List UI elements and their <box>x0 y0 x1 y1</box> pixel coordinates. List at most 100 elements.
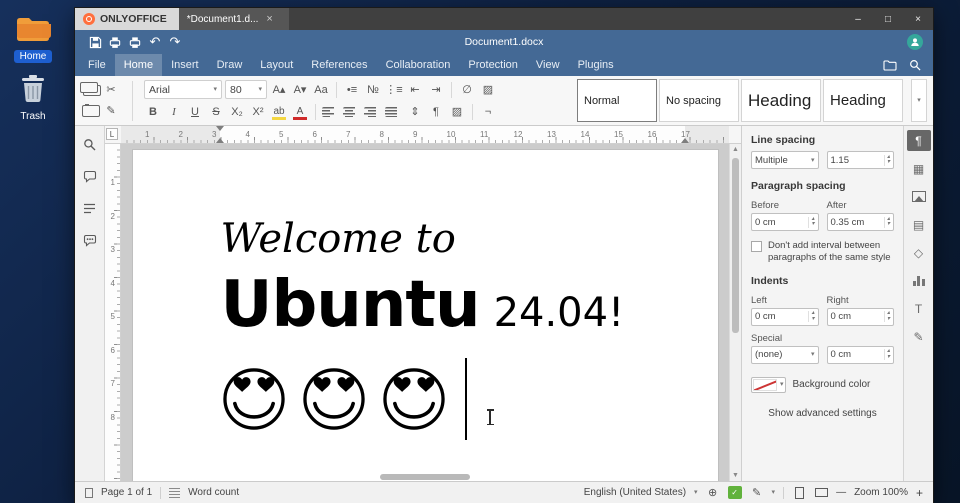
decrease-indent-icon[interactable]: ⇤ <box>406 81 424 99</box>
quick-print-button[interactable] <box>125 33 145 51</box>
comments-panel-icon[interactable] <box>80 166 100 186</box>
maximize-button[interactable]: □ <box>873 8 903 30</box>
header-footer-settings-icon[interactable]: ▤ <box>907 214 931 235</box>
cut-icon[interactable]: ✂ <box>102 81 120 99</box>
undo-button[interactable]: ↶ <box>145 33 165 51</box>
style-heading-3[interactable]: Heading <box>823 79 903 122</box>
paragraph-settings-icon[interactable]: ¶ <box>906 130 931 151</box>
clear-style-icon[interactable]: ∅ <box>458 81 476 99</box>
style-heading-2[interactable]: Heading <box>741 79 821 122</box>
indent-left-spinner[interactable]: 0 cm ▴ ▾ <box>751 307 819 326</box>
copy-icon[interactable] <box>80 82 98 93</box>
fit-width-icon[interactable] <box>814 486 828 500</box>
v-ruler[interactable]: 1 2 3 4 5 6 7 8 <box>105 144 121 481</box>
feedback-panel-icon[interactable] <box>80 230 100 250</box>
show-advanced-settings-link[interactable]: Show advanced settings <box>751 408 894 419</box>
tab-close-icon[interactable]: × <box>266 13 272 25</box>
align-right-icon[interactable] <box>364 106 382 117</box>
spin-down-icon[interactable]: ▾ <box>811 316 814 323</box>
word-count[interactable]: Word count <box>188 487 239 498</box>
italic-icon[interactable]: I <box>165 103 183 121</box>
change-case-icon[interactable]: Aa <box>312 81 330 99</box>
tab-plugins[interactable]: Plugins <box>569 54 623 76</box>
style-normal-0[interactable]: Normal <box>577 79 657 122</box>
tab-layout[interactable]: Layout <box>251 54 302 76</box>
subscript-icon[interactable]: X₂ <box>228 103 246 121</box>
color-scheme-icon[interactable]: ▨ <box>479 81 497 99</box>
zoom-in-button[interactable]: + <box>916 486 923 500</box>
copy-style-icon[interactable]: ¬ <box>479 103 497 121</box>
user-avatar[interactable] <box>907 34 923 50</box>
search-icon[interactable] <box>909 59 921 71</box>
spin-down-icon[interactable]: ▾ <box>887 354 890 361</box>
format-painter-icon[interactable]: ✎ <box>102 102 120 120</box>
print-button[interactable] <box>105 33 125 51</box>
tab-file[interactable]: File <box>79 54 115 76</box>
align-center-icon[interactable] <box>343 106 361 117</box>
navigation-panel-icon[interactable] <box>80 198 100 218</box>
tab-protection[interactable]: Protection <box>459 54 527 76</box>
spin-down-icon[interactable]: ▾ <box>887 316 890 323</box>
spacing-before-spinner[interactable]: 0 cm ▴ ▾ <box>751 213 819 231</box>
search-panel-icon[interactable] <box>80 134 100 154</box>
font-name-select[interactable]: Arial ▾ <box>144 80 222 99</box>
line-spacing-icon[interactable]: ⇕ <box>406 103 424 121</box>
desktop-icon-trash[interactable]: Trash <box>4 74 62 124</box>
document-page[interactable]: Welcome to Ubuntu 24.04! <box>132 150 718 481</box>
signature-settings-icon[interactable]: ✎ <box>907 326 931 347</box>
tab-draw[interactable]: Draw <box>208 54 252 76</box>
no-interval-checkbox[interactable] <box>751 241 762 252</box>
tab-view[interactable]: View <box>527 54 569 76</box>
document-tab[interactable]: *Document1.d... × <box>178 8 289 30</box>
underline-icon[interactable]: U <box>186 103 204 121</box>
paragraph-marks-icon[interactable]: ¶ <box>427 103 445 121</box>
h-ruler[interactable]: 1 2 3 4 5 6 7 8 9 10 11 12 13 14 15 16 17 <box>121 126 729 143</box>
font-color-icon[interactable]: A <box>291 103 309 121</box>
language-selector[interactable]: English (United States) <box>584 487 686 498</box>
multilevel-list-icon[interactable]: ⋮≡ <box>385 81 403 99</box>
app-menu-button[interactable]: ONLYOFFICE <box>75 8 179 30</box>
document-language-icon[interactable]: ⊕ <box>706 486 720 500</box>
numbering-icon[interactable]: № <box>364 81 382 99</box>
tab-home[interactable]: Home <box>114 54 163 76</box>
desktop-icon-home[interactable]: Home <box>4 14 62 64</box>
close-button[interactable]: × <box>903 8 933 30</box>
indent-right-spinner[interactable]: 0 cm ▴ ▾ <box>826 307 894 326</box>
increment-font-icon[interactable]: A▴ <box>270 81 288 99</box>
special-spinner[interactable]: 0 cm ▴ ▾ <box>826 345 894 364</box>
scroll-up-icon[interactable]: ▲ <box>730 146 741 153</box>
tab-insert[interactable]: Insert <box>162 54 208 76</box>
open-file-location-icon[interactable] <box>883 59 897 71</box>
zoom-out-button[interactable]: — <box>836 487 846 498</box>
shape-settings-icon[interactable]: ◇ <box>907 242 931 263</box>
superscript-icon[interactable]: X² <box>249 103 267 121</box>
chart-settings-icon[interactable] <box>907 270 931 291</box>
fit-page-icon[interactable] <box>792 486 806 500</box>
spin-down-icon[interactable]: ▾ <box>887 221 890 228</box>
highlight-color-icon[interactable]: ab <box>270 103 288 121</box>
line-spacing-select[interactable]: Multiple ▾ <box>751 151 819 169</box>
left-indent-marker[interactable] <box>216 134 224 143</box>
style-no-spacing-1[interactable]: No spacing <box>659 79 739 122</box>
scrollbar-thumb[interactable] <box>732 158 739 333</box>
scroll-down-icon[interactable]: ▼ <box>730 472 741 479</box>
zoom-level[interactable]: Zoom 100% <box>854 487 908 498</box>
paste-icon[interactable] <box>82 103 100 117</box>
special-select[interactable]: (none) ▾ <box>751 345 819 364</box>
textart-settings-icon[interactable]: T <box>907 298 931 319</box>
bold-icon[interactable]: B <box>144 103 162 121</box>
line-spacing-spinner[interactable]: 1.15 ▴ ▾ <box>826 151 894 169</box>
align-left-icon[interactable] <box>322 106 340 117</box>
page-count[interactable]: Page 1 of 1 <box>101 487 152 498</box>
vertical-scrollbar[interactable]: ▲ ▼ <box>729 144 741 481</box>
image-settings-icon[interactable] <box>907 186 931 207</box>
table-settings-icon[interactable]: ▦ <box>907 158 931 179</box>
paragraph-shading-icon[interactable]: ▨ <box>448 103 466 121</box>
spin-down-icon[interactable]: ▾ <box>887 159 890 166</box>
tab-references[interactable]: References <box>302 54 376 76</box>
strikeout-icon[interactable]: S <box>207 103 225 121</box>
redo-button[interactable]: ↷ <box>165 33 185 51</box>
bullets-icon[interactable]: •≡ <box>343 81 361 99</box>
minimize-button[interactable]: – <box>843 8 873 30</box>
document-canvas[interactable]: Welcome to Ubuntu 24.04! <box>121 144 729 481</box>
